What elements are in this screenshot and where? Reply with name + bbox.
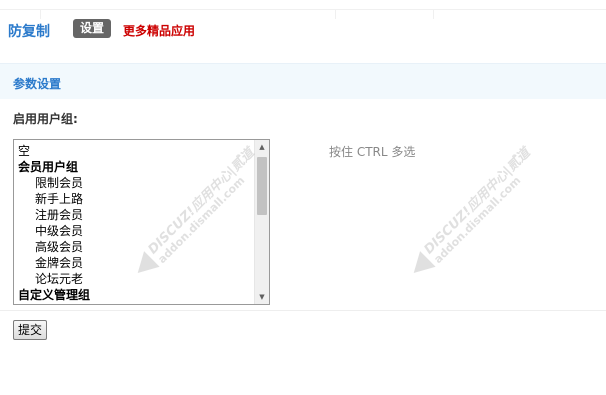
list-option[interactable]: 注册会员 [18, 207, 254, 223]
list-option[interactable]: 高级会员 [18, 239, 254, 255]
user-groups-scrollbar[interactable]: ▲ ▼ [254, 140, 269, 304]
scroll-up-arrow-icon[interactable]: ▲ [255, 140, 269, 154]
watermark-brand: DISCUZ!应用中心|贰道 [421, 145, 534, 258]
multiselect-hint: 按住 CTRL 多选 [329, 145, 416, 159]
submit-button[interactable]: 提交 [13, 320, 48, 340]
plugin-header: 防复制 设置 更多精品应用 [0, 18, 606, 42]
user-groups-options: 空会员用户组 限制会员 新手上路 注册会员 中级会员 高级会员 金牌会员 论坛元老 自定义管理组 [18, 143, 254, 303]
list-option[interactable]: 金牌会员 [18, 255, 254, 271]
plugin-title: 防复制 [8, 24, 50, 40]
user-groups-label: 启用用户组: [13, 112, 78, 126]
watermark-arrow-icon [405, 251, 436, 281]
more-apps-link[interactable]: 更多精品应用 [123, 22, 195, 39]
list-option[interactable]: 空 [18, 143, 254, 159]
form-divider [0, 310, 606, 311]
user-groups-multiselect[interactable]: 空会员用户组 限制会员 新手上路 注册会员 中级会员 高级会员 金牌会员 论坛元老 自定义管理组… [13, 139, 270, 305]
tab-settings[interactable]: 设置 [73, 19, 112, 38]
section-title: 参数设置 [13, 77, 62, 91]
optgroup-label: 自定义管理组 [18, 288, 91, 302]
list-option[interactable]: 中级会员 [18, 223, 254, 239]
section-header: 参数设置 [0, 63, 606, 99]
top-rule [0, 9, 606, 19]
optgroup-label: 会员用户组 [18, 160, 79, 174]
watermark-logo: DISCUZ!应用中心|贰道 addon.dismall.com [402, 127, 565, 290]
scroll-down-arrow-icon[interactable]: ▼ [255, 290, 269, 304]
settings-page: 防复制 设置 更多精品应用 参数设置 启用用户组: 空会员用户组 限制会员 新手上路… [0, 0, 606, 395]
scroll-thumb[interactable] [257, 157, 267, 215]
list-option[interactable]: 新手上路 [18, 191, 254, 207]
watermark-domain: addon.dismall.com [431, 174, 524, 266]
list-option[interactable]: 论坛元老 [18, 271, 254, 287]
list-option[interactable]: 限制会员 [18, 175, 254, 191]
